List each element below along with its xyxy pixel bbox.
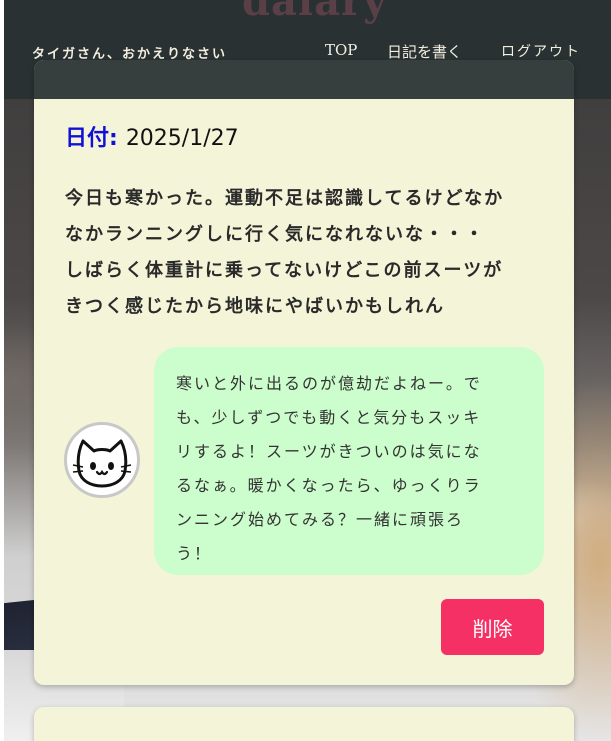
entry-line: なかランニングしに行く気になれないな・・・ (65, 224, 485, 245)
nav-write-diary-link[interactable]: 日記を書く (387, 41, 462, 62)
header-overlap-shade (34, 60, 574, 99)
delete-button[interactable]: 削除 (441, 599, 544, 655)
reply-line: も、少しずつでも動くと気分もスッキ (176, 408, 482, 427)
cat-avatar (64, 422, 140, 498)
ai-reply-text: 寒いと外に出るのが億劫だよねー。で も、少しずつでも動くと気分もスッキ リするよ… (176, 367, 510, 571)
reply-line: う！ (176, 544, 213, 563)
site-logo[interactable]: daiary (242, 0, 387, 25)
nav-logout-link[interactable]: ログアウト (501, 41, 581, 61)
nav-top-link[interactable]: TOP (325, 41, 357, 59)
reply-line: るなぁ。暖かくなったら、ゆっくりラ (176, 476, 482, 495)
entry-line: きつく感じたから地味にやばいかもしれん (65, 296, 445, 317)
reply-line: ンニング始めてみる？一緒に頑張ろ (176, 510, 465, 529)
entry-line: しばらく体重計に乗ってないけどこの前スーツが (65, 260, 504, 281)
page: daiary タイガさん、おかえりなさい TOP 日記を書く ログアウト 日付:… (0, 0, 611, 741)
reply-line: 寒いと外に出るのが億劫だよねー。で (176, 374, 482, 393)
entry-body: 今日も寒かった。運動不足は認識してるけどなか なかランニングしに行く気になれない… (65, 181, 545, 325)
ai-reply-bubble: 寒いと外に出るのが億劫だよねー。で も、少しずつでも動くと気分もスッキ リするよ… (154, 347, 544, 575)
next-diary-card (34, 707, 574, 741)
date-label: 日付: (65, 126, 118, 151)
reply-line: リするよ！スーツがきついのは気にな (176, 442, 482, 461)
entry-date: 日付: 2025/1/27 (65, 120, 239, 152)
entry-line: 今日も寒かった。運動不足は認識してるけどなか (65, 188, 505, 209)
date-value: 2025/1/27 (125, 126, 239, 151)
cat-face-icon (72, 439, 132, 488)
diary-entry-card: 日付: 2025/1/27 今日も寒かった。運動不足は認識してるけどなか なかラン… (34, 60, 574, 685)
